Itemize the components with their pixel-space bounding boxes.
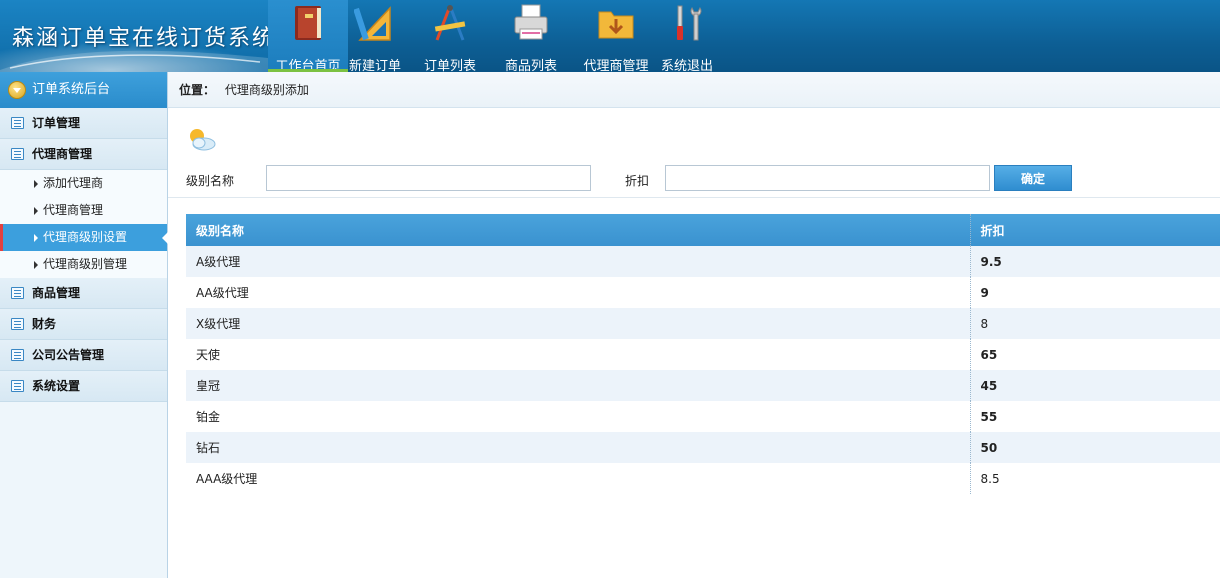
table-row[interactable]: A级代理 9.5 bbox=[186, 246, 1220, 277]
cell-level-name: 钻石 bbox=[186, 432, 971, 463]
sidebar-item-label: 代理商管理 bbox=[43, 203, 104, 217]
ruler-triangle-icon bbox=[354, 6, 391, 41]
cell-level-name: AAA级代理 bbox=[186, 463, 971, 494]
sidebar-group-label: 商品管理 bbox=[32, 286, 81, 300]
cell-level-name: A级代理 bbox=[186, 246, 971, 277]
cell-level-name: X级代理 bbox=[186, 308, 971, 339]
nav-label: 工作台首页 bbox=[275, 59, 341, 72]
level-form: 级别名称 折扣 确定 bbox=[168, 162, 1220, 198]
top-header: 森涵订单宝在线订货系统 工作台首页 新建订单 订单列表 商品列表 代理商管理 系… bbox=[0, 0, 1220, 72]
sidebar-item-label: 代理商级别管理 bbox=[43, 257, 128, 271]
table-row[interactable]: X级代理 8 bbox=[186, 308, 1220, 339]
download-folder-icon bbox=[598, 11, 634, 39]
nav-label: 代理商管理 bbox=[583, 59, 649, 72]
table-row[interactable]: AA级代理 9 bbox=[186, 277, 1220, 308]
sidebar-group-orders[interactable]: 订单管理 bbox=[0, 108, 167, 139]
discount-input[interactable] bbox=[665, 165, 990, 191]
sidebar-item-add-agent[interactable]: 添加代理商 bbox=[0, 170, 167, 197]
level-name-input[interactable] bbox=[266, 165, 591, 191]
nav-order-list[interactable]: 订单列表 bbox=[418, 0, 482, 72]
nav-label: 订单列表 bbox=[423, 59, 476, 72]
sidebar-item-agent-level-settings[interactable]: 代理商级别设置 bbox=[0, 224, 168, 251]
edit-icon bbox=[11, 148, 24, 160]
cell-discount: 50 bbox=[970, 432, 1220, 463]
breadcrumb-prefix: 位置： bbox=[179, 83, 216, 97]
cell-discount: 8.5 bbox=[970, 463, 1220, 494]
cell-discount: 65 bbox=[970, 339, 1220, 370]
sidebar-group-label: 代理商管理 bbox=[32, 147, 93, 161]
app-title: 森涵订单宝在线订货系统 bbox=[12, 26, 277, 51]
breadcrumb-current: 代理商级别添加 bbox=[224, 83, 309, 97]
breadcrumb: 位置： 代理商级别添加 bbox=[168, 72, 1220, 108]
sidebar-group-finance[interactable]: 财务 bbox=[0, 309, 167, 340]
sidebar-group-settings[interactable]: 系统设置 bbox=[0, 371, 167, 402]
nav-agent-management[interactable]: 代理商管理 bbox=[580, 0, 652, 72]
sidebar-item-label: 代理商级别设置 bbox=[43, 230, 128, 244]
caret-right-icon bbox=[34, 207, 38, 215]
level-name-label: 级别名称 bbox=[186, 174, 235, 188]
agent-level-table: 级别名称 折扣 A级代理 9.5 AA级代理 9 X级代理 8 天使 65 皇冠 bbox=[186, 214, 1220, 494]
edit-icon bbox=[11, 287, 24, 299]
nav-new-order[interactable]: 新建订单 bbox=[348, 0, 402, 72]
nav-dashboard[interactable]: 工作台首页 bbox=[268, 0, 348, 72]
sidebar-group-label: 公司公告管理 bbox=[32, 348, 105, 362]
cell-level-name: AA级代理 bbox=[186, 277, 971, 308]
sidebar-item-label: 添加代理商 bbox=[43, 176, 104, 190]
nav-label: 系统退出 bbox=[660, 59, 713, 72]
sidebar-group-products[interactable]: 商品管理 bbox=[0, 278, 167, 309]
weather-icon bbox=[190, 129, 216, 151]
cell-level-name: 天使 bbox=[186, 339, 971, 370]
caret-right-icon bbox=[34, 261, 38, 269]
caret-right-icon bbox=[34, 234, 38, 242]
table-row[interactable]: AAA级代理 8.5 bbox=[186, 463, 1220, 494]
cell-discount: 8 bbox=[970, 308, 1220, 339]
collapse-toggle-icon bbox=[8, 81, 26, 99]
sidebar-header[interactable]: 订单系统后台 bbox=[0, 72, 167, 108]
cell-discount: 9.5 bbox=[970, 246, 1220, 277]
table-row[interactable]: 天使 65 bbox=[186, 339, 1220, 370]
sidebar-group-label: 订单管理 bbox=[32, 116, 81, 130]
calendar-icon bbox=[11, 380, 24, 392]
nav-product-list[interactable]: 商品列表 bbox=[500, 0, 562, 72]
sidebar-group-label: 系统设置 bbox=[32, 379, 81, 393]
calendar-icon bbox=[11, 318, 24, 330]
table-row[interactable]: 铂金 55 bbox=[186, 401, 1220, 432]
confirm-button[interactable]: 确定 bbox=[994, 165, 1072, 191]
nav-logout[interactable]: 系统退出 bbox=[658, 0, 716, 72]
sidebar: 订单系统后台 订单管理 代理商管理 添加代理商 代理商管理 代理商级别设置 代理… bbox=[0, 72, 168, 578]
nav-label: 商品列表 bbox=[504, 59, 557, 72]
column-header-level-name: 级别名称 bbox=[186, 214, 971, 246]
caret-right-icon bbox=[34, 180, 38, 188]
table-row[interactable]: 钻石 50 bbox=[186, 432, 1220, 463]
sidebar-header-label: 订单系统后台 bbox=[32, 82, 111, 97]
book-icon bbox=[295, 6, 321, 40]
table-row[interactable]: 皇冠 45 bbox=[186, 370, 1220, 401]
cell-discount: 45 bbox=[970, 370, 1220, 401]
agent-submenu: 添加代理商 代理商管理 代理商级别设置 代理商级别管理 bbox=[0, 170, 168, 278]
drafting-tools-icon bbox=[434, 5, 466, 41]
main-content: 位置： 代理商级别添加 级别名称 折扣 确定 级别名称 折扣 A级代理 9.5 … bbox=[168, 72, 1220, 578]
tools-icon bbox=[677, 5, 702, 41]
nav-label: 新建订单 bbox=[348, 59, 401, 72]
column-header-discount: 折扣 bbox=[970, 214, 1220, 246]
cell-discount: 55 bbox=[970, 401, 1220, 432]
calendar-icon bbox=[11, 349, 24, 361]
sidebar-item-agent-level-management[interactable]: 代理商级别管理 bbox=[0, 251, 167, 278]
logo-area: 森涵订单宝在线订货系统 bbox=[0, 0, 274, 72]
cell-level-name: 皇冠 bbox=[186, 370, 971, 401]
cell-discount: 9 bbox=[970, 277, 1220, 308]
list-icon bbox=[11, 117, 24, 129]
sidebar-group-agents[interactable]: 代理商管理 bbox=[0, 139, 167, 170]
sidebar-group-announcements[interactable]: 公司公告管理 bbox=[0, 340, 167, 371]
printer-icon bbox=[514, 4, 548, 40]
table-header-row: 级别名称 折扣 bbox=[186, 214, 1220, 246]
sidebar-item-agent-management[interactable]: 代理商管理 bbox=[0, 197, 167, 224]
cell-level-name: 铂金 bbox=[186, 401, 971, 432]
discount-label: 折扣 bbox=[625, 174, 650, 188]
sidebar-group-label: 财务 bbox=[32, 317, 57, 331]
